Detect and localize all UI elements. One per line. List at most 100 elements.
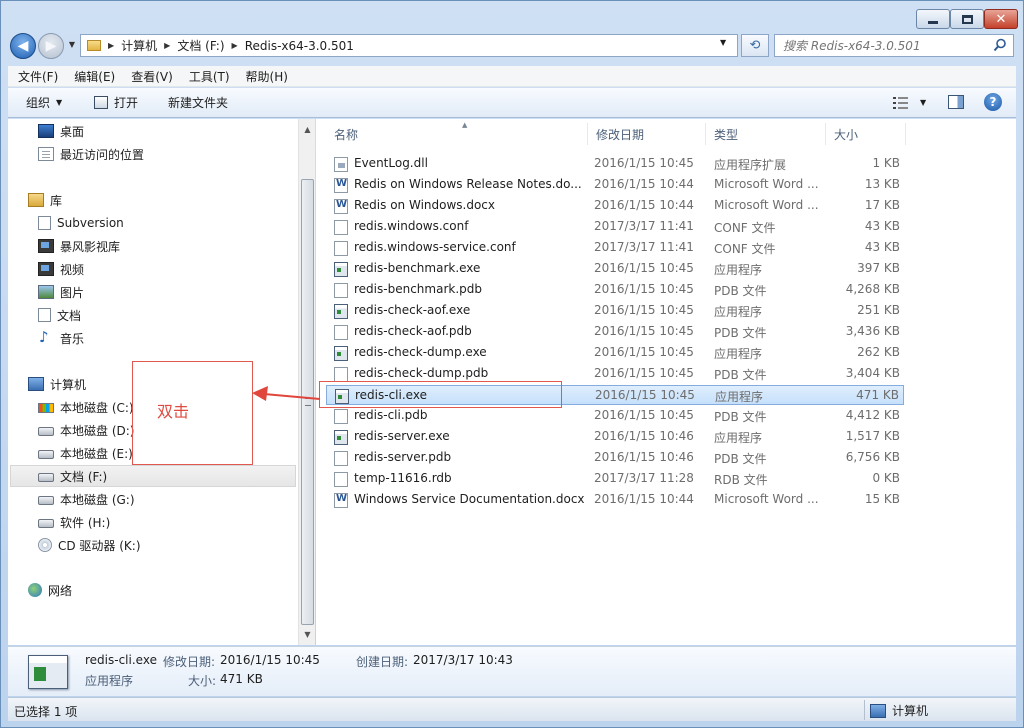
nav-pictures[interactable]: 图片 <box>38 281 84 303</box>
nav-libraries[interactable]: 库 <box>28 189 62 211</box>
nav-computer[interactable]: 计算机 <box>28 373 86 395</box>
status-location-label: 计算机 <box>892 704 929 718</box>
address-dropdown[interactable]: ▼ <box>720 38 726 47</box>
arrow-left-icon: ◀ <box>17 38 29 54</box>
file-type: Microsoft Word ... <box>714 198 819 212</box>
open-icon <box>94 96 108 109</box>
open-button[interactable]: 打开 <box>94 94 138 111</box>
file-row[interactable]: redis-cli.pdb 2016/1/15 10:45 PDB 文件 4,412 … <box>326 406 904 426</box>
chevron-right-icon[interactable]: ▶ <box>232 41 238 50</box>
file-modified: 2016/1/15 10:46 <box>594 429 694 443</box>
address-bar[interactable]: ▶ 计算机 ▶ 文档 (F:) ▶ Redis-x64-3.0.501 <box>80 34 738 57</box>
file-name: redis-server.pdb <box>354 450 452 464</box>
file-row[interactable]: redis-check-aof.exe 2016/1/15 10:45 应用程序 25… <box>326 301 904 321</box>
word-document-icon <box>334 199 348 214</box>
file-name: redis.windows.conf <box>354 219 469 233</box>
file-modified: 2016/1/15 10:45 <box>594 303 694 317</box>
breadcrumb-computer[interactable]: 计算机 <box>121 37 157 54</box>
menu-view[interactable]: 查看(V) <box>121 68 179 85</box>
nav-drive-g[interactable]: 本地磁盘 (G:) <box>38 488 135 510</box>
file-type: RDB 文件 <box>714 473 768 487</box>
file-row[interactable]: Windows Service Documentation.docx 2016/1… <box>326 490 904 510</box>
chevron-right-icon[interactable]: ▶ <box>108 41 114 50</box>
file-row[interactable]: Redis on Windows Release Notes.do... 2016… <box>326 175 904 195</box>
computer-icon <box>28 377 44 391</box>
file-size: 3,404 KB <box>845 366 900 380</box>
forward-button[interactable]: ▶ <box>38 33 64 59</box>
file-icon <box>334 472 348 487</box>
nav-desktop[interactable]: 桌面 <box>38 120 84 142</box>
detail-created-value: 2017/3/17 10:43 <box>413 653 513 667</box>
nav-drive-h[interactable]: 软件 (H:) <box>38 511 110 533</box>
file-row[interactable]: Redis on Windows.docx 2016/1/15 10:44 Micr… <box>326 196 904 216</box>
file-type: PDB 文件 <box>714 284 767 298</box>
file-size: 4,268 KB <box>845 282 900 296</box>
search-box[interactable] <box>774 34 1014 57</box>
file-row[interactable]: redis-server.exe 2016/1/15 10:46 应用程序 1,517… <box>326 427 904 447</box>
scroll-up-icon[interactable]: ▲ <box>299 121 316 138</box>
nav-network[interactable]: 网络 <box>28 579 72 601</box>
organize-button[interactable]: 组织 ▼ <box>26 94 62 111</box>
file-row[interactable]: temp-11616.rdb 2017/3/17 11:28 RDB 文件 0 KB <box>326 469 904 489</box>
help-button[interactable]: ? <box>984 93 1002 111</box>
word-document-icon <box>334 178 348 193</box>
menu-help[interactable]: 帮助(H) <box>236 68 294 85</box>
menu-edit[interactable]: 编辑(E) <box>64 68 121 85</box>
column-label: 名称 <box>334 127 359 142</box>
maximize-button[interactable] <box>950 9 984 29</box>
preview-pane-button[interactable] <box>948 95 964 109</box>
column-header-type[interactable]: 类型 <box>706 123 826 145</box>
nav-drive-c[interactable]: 本地磁盘 (C:) <box>38 396 134 418</box>
recent-pages-dropdown[interactable]: ▼ <box>66 40 78 52</box>
file-row[interactable]: redis.windows-service.conf 2017/3/17 11:4… <box>326 238 904 258</box>
file-row[interactable]: redis-check-dump.exe 2016/1/15 10:45 应用程序 2… <box>326 343 904 363</box>
view-dropdown[interactable]: ▼ <box>920 98 926 107</box>
nav-baofeng[interactable]: 暴风影视库 <box>38 235 120 257</box>
nav-videos[interactable]: 视频 <box>38 258 84 280</box>
close-button[interactable]: ✕ <box>984 9 1018 29</box>
detail-created-label: 创建日期: <box>356 655 409 669</box>
file-row[interactable]: redis-benchmark.exe 2016/1/15 10:45 应用程序 39… <box>326 259 904 279</box>
nav-recent-places[interactable]: 最近访问的位置 <box>38 143 144 165</box>
file-modified: 2016/1/15 10:45 <box>594 282 694 296</box>
search-icon[interactable] <box>993 38 1007 52</box>
sort-ascending-icon: ▲ <box>462 121 468 129</box>
breadcrumb-drive-f[interactable]: 文档 (F:) <box>177 37 224 54</box>
file-type: 应用程序扩展 <box>714 158 787 172</box>
view-options-icon[interactable] <box>893 96 909 110</box>
application-icon <box>334 262 348 277</box>
nav-subversion[interactable]: Subversion <box>38 212 124 234</box>
file-name: redis-benchmark.pdb <box>354 282 482 296</box>
file-row[interactable]: redis-check-aof.pdb 2016/1/15 10:45 PDB 文件… <box>326 322 904 342</box>
back-button[interactable]: ◀ <box>10 33 36 59</box>
file-name: redis-cli.pdb <box>354 408 428 422</box>
new-folder-button[interactable]: 新建文件夹 <box>168 94 228 111</box>
file-type: Microsoft Word ... <box>714 177 819 191</box>
menu-tools[interactable]: 工具(T) <box>179 68 236 85</box>
nav-drive-d[interactable]: 本地磁盘 (D:) <box>38 419 134 441</box>
chevron-down-icon: ▼ <box>56 98 63 107</box>
folder-icon <box>87 40 101 51</box>
file-row[interactable]: redis.windows.conf 2017/3/17 11:41 CONF 文件… <box>326 217 904 237</box>
column-header-name[interactable]: 名称 ▲ <box>326 121 588 145</box>
chevron-right-icon[interactable]: ▶ <box>164 41 170 50</box>
drive-icon <box>38 519 54 528</box>
nav-drive-k[interactable]: CD 驱动器 (K:) <box>38 534 141 556</box>
scroll-down-icon[interactable]: ▼ <box>299 626 316 643</box>
file-row[interactable]: EventLog.dll 2016/1/15 10:45 应用程序扩展 1 KB <box>326 154 904 174</box>
file-row[interactable]: redis-benchmark.pdb 2016/1/15 10:45 PDB 文件… <box>326 280 904 300</box>
nav-drive-e[interactable]: 本地磁盘 (E:) <box>38 442 133 464</box>
breadcrumb-current-folder[interactable]: Redis-x64-3.0.501 <box>245 39 354 53</box>
nav-drive-f[interactable]: 文档 (F:) <box>10 465 296 487</box>
column-header-date[interactable]: 修改日期 <box>588 123 706 145</box>
column-header-size[interactable]: 大小 <box>826 123 906 145</box>
menu-file[interactable]: 文件(F) <box>8 68 64 85</box>
nav-music[interactable]: 音乐 <box>38 327 84 349</box>
refresh-button[interactable]: ⟲ <box>741 34 769 57</box>
detail-modified-label: 修改日期: <box>163 655 216 669</box>
search-input[interactable] <box>783 38 988 53</box>
file-row[interactable]: redis-server.pdb 2016/1/15 10:46 PDB 文件 6,7… <box>326 448 904 468</box>
nav-documents[interactable]: 文档 <box>38 304 81 326</box>
file-icon <box>334 367 348 382</box>
minimize-button[interactable] <box>916 9 950 29</box>
